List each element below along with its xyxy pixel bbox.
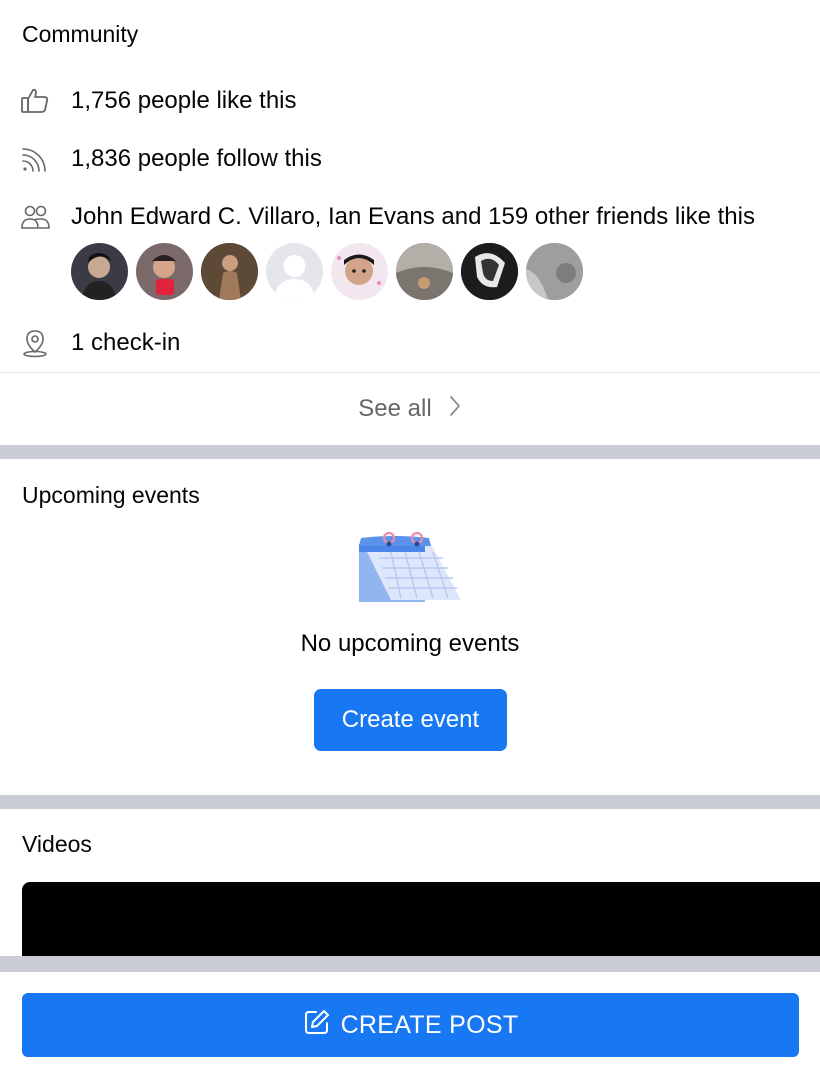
create-post-label: CREATE POST (340, 1010, 519, 1039)
thumbs-up-icon (20, 86, 50, 116)
edit-pencil-icon (303, 1008, 331, 1043)
friend-avatar[interactable] (526, 243, 583, 300)
videos-title: Videos (22, 831, 92, 857)
friend-avatar[interactable] (461, 243, 518, 300)
follows-text: 1,836 people follow this (71, 145, 322, 172)
chevron-right-icon (448, 394, 462, 425)
see-all-button[interactable]: See all (0, 374, 820, 444)
create-post-button[interactable]: CREATE POST (22, 993, 799, 1057)
friend-avatar[interactable] (201, 243, 258, 300)
see-all-label: See all (358, 395, 432, 422)
events-title: Upcoming events (22, 482, 200, 508)
divider (0, 372, 820, 373)
community-section: Community 1,756 people like this 1,836 p… (0, 0, 820, 445)
section-separator (0, 956, 820, 972)
friend-avatar[interactable] (71, 243, 128, 300)
checkin-text: 1 check-in (71, 329, 181, 356)
friends-text: John Edward C. Villaro, Ian Evans and 15… (71, 203, 755, 230)
friend-avatars (71, 243, 583, 300)
rss-feed-icon (20, 144, 50, 174)
friends-icon (20, 202, 50, 232)
community-title: Community (22, 21, 139, 47)
create-event-button[interactable]: Create event (314, 689, 507, 751)
friend-avatar[interactable] (136, 243, 193, 300)
section-separator (0, 445, 820, 459)
section-separator (0, 795, 820, 809)
friend-avatar[interactable] (331, 243, 388, 300)
friend-avatar[interactable] (266, 243, 323, 300)
friends-row[interactable]: John Edward C. Villaro, Ian Evans and 15… (0, 197, 820, 237)
location-pin-icon (20, 328, 50, 358)
no-events-text: No upcoming events (300, 630, 520, 657)
likes-text: 1,756 people like this (71, 87, 297, 114)
likes-row[interactable]: 1,756 people like this (0, 81, 820, 121)
friend-avatar[interactable] (396, 243, 453, 300)
video-thumbnail[interactable] (22, 882, 820, 956)
follows-row[interactable]: 1,836 people follow this (0, 139, 820, 179)
calendar-illustration-icon (355, 530, 465, 606)
checkin-row[interactable]: 1 check-in (0, 323, 820, 363)
